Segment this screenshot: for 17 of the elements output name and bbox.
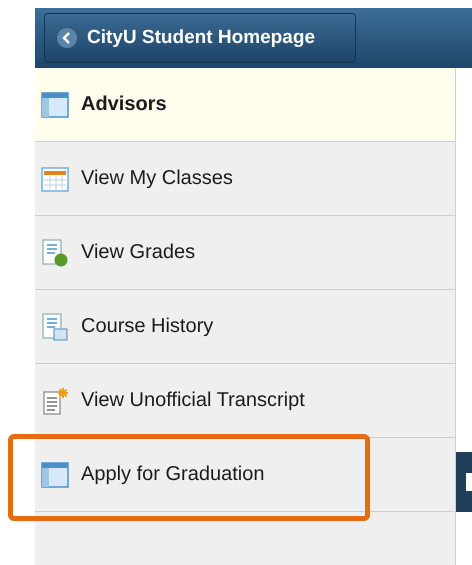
grades-icon [41,238,69,266]
window-icon [41,460,69,488]
document-star-icon [41,386,69,414]
window-icon [41,90,69,118]
panel-handle[interactable] [456,452,472,512]
menu-item-label: Apply for Graduation [81,463,264,486]
back-button[interactable]: CityU Student Homepage [44,13,356,63]
document-calendar-icon [41,312,69,340]
menu-item[interactable]: Advisors [35,68,455,142]
bar-icon [466,473,472,491]
calendar-icon [41,164,69,192]
menu-item-label: View Grades [81,241,196,264]
menu-item-label: View My Classes [81,167,233,190]
menu-item-label: View Unofficial Transcript [81,389,305,412]
back-icon [57,28,77,48]
menu-item-label: Advisors [81,93,167,116]
menu-item-label: Course History [81,315,214,338]
